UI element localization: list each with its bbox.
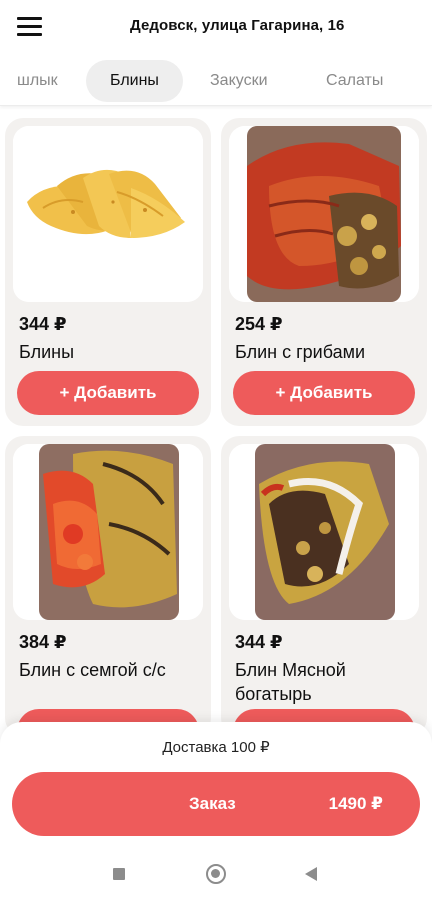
home-icon[interactable] [206, 864, 226, 884]
product-card[interactable]: 254 ₽ Блин с грибами + Добавить [221, 118, 427, 426]
product-name: Блин Мясной богатырь [235, 660, 346, 704]
product-price: 344 ₽ [19, 314, 67, 334]
category-tabs: шлык Блины Закуски Салаты [0, 56, 432, 106]
tab-bliny[interactable]: Блины [86, 60, 183, 102]
tab-shashlyk[interactable]: шлык [17, 60, 58, 102]
delivery-fee: Доставка 100 ₽ [162, 739, 270, 756]
hamburger-menu-icon[interactable] [17, 15, 43, 37]
product-card[interactable]: 384 ₽ Блин с семгой с/с + Добавить [5, 436, 211, 753]
add-to-cart-button[interactable]: + Добавить [17, 371, 199, 415]
product-card[interactable]: 344 ₽ Блины + Добавить [5, 118, 211, 426]
order-button[interactable]: Заказ 1490 ₽ [12, 772, 420, 836]
delivery-address[interactable]: Дедовск, улица Гагарина, 16 [130, 17, 344, 34]
back-icon[interactable] [305, 867, 317, 881]
product-price: 254 ₽ [235, 314, 283, 334]
tab-salaty[interactable]: Салаты [326, 60, 383, 102]
app-header: Дедовск, улица Гагарина, 16 [0, 0, 432, 54]
add-to-cart-button[interactable]: + Добавить [233, 371, 415, 415]
product-name: Блин с семгой с/с [19, 660, 166, 680]
product-image-crepe-with-mushrooms[interactable] [229, 126, 419, 302]
product-name: Блин с грибами [235, 342, 366, 362]
product-card[interactable]: 344 ₽ Блин Мясной богатырь + Добавить [221, 436, 427, 753]
cart-summary-sheet: Доставка 100 ₽ Заказ 1490 ₽ [0, 722, 432, 848]
recent-apps-icon[interactable] [113, 868, 125, 880]
product-name: Блины [19, 342, 75, 362]
order-total: 1490 ₽ [328, 794, 383, 813]
system-navigation-bar [0, 848, 432, 900]
product-image-folded-crepes[interactable] [13, 126, 203, 302]
product-image-crepe-with-salmon[interactable] [13, 444, 203, 620]
order-button-label: Заказ [189, 794, 236, 813]
product-price: 384 ₽ [19, 632, 67, 652]
product-image-crepe-with-meat[interactable] [229, 444, 419, 620]
tab-zakuski[interactable]: Закуски [210, 60, 268, 102]
product-price: 344 ₽ [235, 632, 283, 652]
